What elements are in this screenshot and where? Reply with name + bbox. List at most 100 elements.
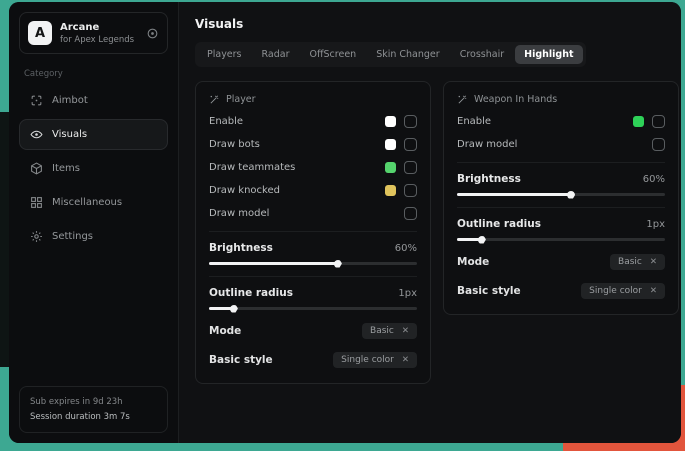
chip-value: Single color bbox=[589, 286, 642, 296]
tab-players[interactable]: Players bbox=[198, 45, 251, 64]
select-label: Mode bbox=[457, 256, 489, 268]
sidebar-nav: Aimbot Visuals Items Miscellaneous Settings bbox=[19, 85, 168, 252]
session-duration-text: Session duration 3m 7s bbox=[30, 410, 157, 424]
sidebar-item-miscellaneous[interactable]: Miscellaneous bbox=[19, 187, 168, 218]
slider-row: Brightness 60% bbox=[209, 242, 417, 265]
eye-icon bbox=[30, 128, 43, 141]
close-icon[interactable]: ✕ bbox=[650, 286, 657, 296]
tab-radar[interactable]: Radar bbox=[253, 45, 299, 64]
crosshair-icon bbox=[30, 94, 43, 107]
toggle-controls bbox=[404, 207, 417, 220]
chip-value: Basic bbox=[370, 326, 394, 336]
toggle-row: Enable bbox=[209, 115, 417, 128]
divider bbox=[457, 207, 665, 208]
slider-row: Brightness 60% bbox=[457, 173, 665, 196]
slider-row: Outline radius1px bbox=[457, 218, 665, 241]
slider-track[interactable] bbox=[209, 307, 417, 310]
panel-title: Weapon In Hands bbox=[474, 94, 557, 105]
page-title: Visuals bbox=[195, 17, 679, 31]
slider-label: Brightness bbox=[457, 173, 521, 185]
checkbox[interactable] bbox=[652, 115, 665, 128]
toggle-row: Draw teammates bbox=[209, 161, 417, 174]
toggle-label: Enable bbox=[457, 116, 491, 127]
toggle-row: Draw model bbox=[457, 138, 665, 151]
toggle-row: Draw model bbox=[209, 207, 417, 220]
category-label: Category bbox=[24, 69, 168, 79]
sub-expiry-text: Sub expires in 9d 23h bbox=[30, 395, 157, 409]
slider-label: Outline radius bbox=[209, 287, 293, 299]
panel-header: Player bbox=[209, 94, 417, 105]
sidebar-item-aimbot[interactable]: Aimbot bbox=[19, 85, 168, 116]
panel-header: Weapon In Hands bbox=[457, 94, 665, 105]
slider-value: 60% bbox=[395, 243, 417, 254]
select-row: Basic styleSingle color✕ bbox=[457, 283, 665, 299]
select-chip[interactable]: Single color ✕ bbox=[581, 283, 665, 299]
toggle-label: Draw knocked bbox=[209, 185, 280, 196]
toggle-controls bbox=[385, 138, 417, 151]
checkbox[interactable] bbox=[404, 115, 417, 128]
toggle-label: Enable bbox=[209, 116, 243, 127]
select-chip[interactable]: Basic ✕ bbox=[610, 254, 665, 270]
checkbox[interactable] bbox=[404, 161, 417, 174]
slider-value: 1px bbox=[646, 219, 665, 230]
sidebar: A Arcane for Apex Legends Category Aimbo… bbox=[9, 2, 179, 443]
select-chip[interactable]: Basic ✕ bbox=[362, 323, 417, 339]
checkbox[interactable] bbox=[652, 138, 665, 151]
sidebar-item-label: Aimbot bbox=[52, 95, 88, 106]
slider-fill bbox=[457, 193, 571, 196]
panel-weapon-in-hands: Weapon In Hands Enable Draw model Brightnes… bbox=[443, 81, 679, 315]
chip-value: Single color bbox=[341, 355, 394, 365]
toggle-controls bbox=[385, 184, 417, 197]
slider-thumb[interactable] bbox=[567, 191, 575, 199]
tab-skin-changer[interactable]: Skin Changer bbox=[367, 45, 449, 64]
slider-value: 60% bbox=[643, 174, 665, 185]
chip-value: Basic bbox=[618, 257, 642, 267]
close-icon[interactable]: ✕ bbox=[402, 326, 409, 336]
color-swatch[interactable] bbox=[385, 139, 396, 150]
panels-row: Player Enable Draw bots Draw teammates Draw … bbox=[195, 81, 679, 384]
color-swatch[interactable] bbox=[385, 162, 396, 173]
tab-bar: PlayersRadarOffScreenSkin ChangerCrossha… bbox=[195, 42, 586, 67]
slider-label: Brightness bbox=[209, 242, 273, 254]
toggle-row: Enable bbox=[457, 115, 665, 128]
sidebar-item-visuals[interactable]: Visuals bbox=[19, 119, 168, 150]
checkbox[interactable] bbox=[404, 138, 417, 151]
sidebar-item-label: Miscellaneous bbox=[52, 197, 122, 208]
slider-track[interactable] bbox=[209, 262, 417, 265]
app-name: Arcane bbox=[60, 22, 134, 33]
toggle-row: Draw bots bbox=[209, 138, 417, 151]
select-label: Mode bbox=[209, 325, 241, 337]
slider-track[interactable] bbox=[457, 238, 665, 241]
slider-track[interactable] bbox=[457, 193, 665, 196]
main-content: Visuals PlayersRadarOffScreenSkin Change… bbox=[179, 2, 681, 443]
wand-icon bbox=[457, 94, 468, 105]
app-logo: A bbox=[28, 21, 52, 45]
sidebar-item-label: Visuals bbox=[52, 129, 87, 140]
select-label: Basic style bbox=[209, 354, 273, 366]
slider-thumb[interactable] bbox=[478, 236, 486, 244]
toggle-controls bbox=[633, 115, 665, 128]
close-icon[interactable]: ✕ bbox=[650, 257, 657, 267]
color-swatch[interactable] bbox=[385, 185, 396, 196]
sidebar-item-items[interactable]: Items bbox=[19, 153, 168, 184]
checkbox[interactable] bbox=[404, 207, 417, 220]
panel-player: Player Enable Draw bots Draw teammates Draw … bbox=[195, 81, 431, 384]
toggle-controls bbox=[385, 115, 417, 128]
divider bbox=[209, 276, 417, 277]
select-row: Basic style Single color ✕ bbox=[209, 352, 417, 368]
select-chip[interactable]: Single color ✕ bbox=[333, 352, 417, 368]
slider-thumb[interactable] bbox=[334, 260, 342, 268]
slider-row: Outline radius1px bbox=[209, 287, 417, 310]
tab-highlight[interactable]: Highlight bbox=[515, 45, 582, 64]
sidebar-item-settings[interactable]: Settings bbox=[19, 221, 168, 252]
color-swatch[interactable] bbox=[633, 116, 644, 127]
close-icon[interactable]: ✕ bbox=[402, 355, 409, 365]
sidebar-item-label: Settings bbox=[52, 231, 93, 242]
tab-crosshair[interactable]: Crosshair bbox=[451, 45, 513, 64]
tab-offscreen[interactable]: OffScreen bbox=[301, 45, 366, 64]
gear-icon bbox=[30, 230, 43, 243]
slider-thumb[interactable] bbox=[230, 305, 238, 313]
checkbox[interactable] bbox=[404, 184, 417, 197]
scope-icon[interactable] bbox=[146, 27, 159, 40]
color-swatch[interactable] bbox=[385, 116, 396, 127]
